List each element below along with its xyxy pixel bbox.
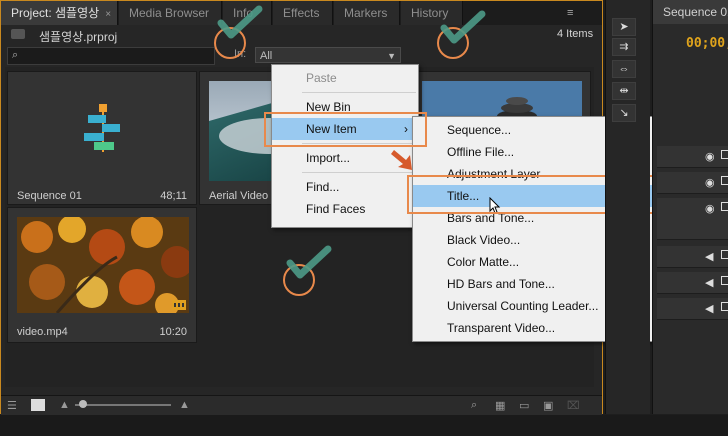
camera-icon	[721, 176, 728, 185]
selection-tool-icon[interactable]: ➤	[612, 18, 636, 36]
audio-track-1[interactable]: ◀	[657, 246, 728, 268]
film-icon	[172, 300, 186, 310]
tools-panel: ➤ ⇉ ⇔ ⇹ ↘	[605, 0, 650, 414]
close-icon[interactable]: ×	[105, 9, 111, 20]
speaker-icon[interactable]: ◀	[705, 276, 713, 289]
ripple-edit-tool-icon[interactable]: ⇔	[612, 60, 636, 78]
zoom-slider[interactable]	[75, 404, 171, 406]
tab-effects-label: Effects	[283, 6, 320, 20]
menu-item-label: Color Matte...	[447, 255, 520, 269]
menu-item-label: Paste	[306, 71, 337, 85]
menu-item-find[interactable]: Find...	[272, 176, 418, 198]
video-track-3[interactable]: ◉	[657, 146, 728, 168]
new-bin-icon[interactable]: ▭	[519, 399, 529, 412]
search-icon: ⌕	[12, 49, 19, 61]
rate-stretch-tool-icon[interactable]: ↘	[612, 104, 636, 122]
find-icon[interactable]: ⌕	[471, 399, 477, 412]
tab-media-browser[interactable]: Media Browser	[119, 1, 222, 25]
eye-icon[interactable]: ◉	[705, 202, 715, 215]
chevron-down-icon: ▼	[387, 51, 396, 61]
item-name: Aerial Video	[209, 190, 269, 202]
autumn-thumbnail	[17, 217, 189, 313]
search-input[interactable]: ⌕	[7, 47, 215, 65]
zoom-large-icon: ▲	[179, 399, 190, 411]
in-filter-value: All	[260, 50, 273, 62]
checkmark-icon	[440, 10, 486, 44]
trash-icon[interactable]: ⌧	[567, 399, 580, 412]
tab-project-label: Project: 샘플영상	[11, 6, 100, 20]
item-name: Sequence 01	[17, 190, 82, 202]
menu-item-label: Transparent Video...	[447, 321, 556, 335]
camera-icon	[721, 250, 728, 259]
video-track-2[interactable]: ◉	[657, 172, 728, 194]
camera-icon	[721, 276, 728, 285]
sequence-panel: Sequence 01 00;00; ◉ ◉ ◉ ◀ ◀ ◀	[652, 0, 728, 414]
menu-item-label: Black Video...	[447, 233, 521, 247]
checkmark-icon	[217, 5, 263, 39]
menu-divider	[302, 92, 416, 93]
tab-media-browser-label: Media Browser	[129, 6, 210, 20]
tab-markers[interactable]: Markers	[334, 1, 400, 25]
project-item-video[interactable]: video.mp4 10:20	[7, 207, 197, 343]
menu-item-label: Offline File...	[447, 145, 515, 159]
arrow-icon	[391, 150, 412, 170]
tab-sequence[interactable]: Sequence 01	[653, 0, 728, 24]
speaker-icon[interactable]: ◀	[705, 302, 713, 315]
icon-view-icon[interactable]	[31, 399, 45, 411]
items-count: 4 Items	[557, 28, 594, 40]
automate-icon[interactable]: ▦	[495, 399, 505, 412]
zoom-slider-handle[interactable]	[79, 400, 87, 408]
annotation-box-new-item	[264, 112, 427, 147]
audio-track-2[interactable]: ◀	[657, 272, 728, 294]
menu-item-label: Universal Counting Leader...	[447, 299, 599, 313]
item-duration: 10:20	[159, 326, 187, 338]
zoom-small-icon: ▲	[59, 399, 70, 411]
menu-item-label: Import...	[306, 151, 351, 165]
tab-project[interactable]: Project: 샘플영상 ×	[1, 1, 118, 25]
camera-icon	[721, 150, 728, 159]
project-bottom-bar: ☰ ▲ ▲ ⌕ ▦ ▭ ▣ ⌧	[1, 395, 602, 415]
tab-markers-label: Markers	[344, 6, 388, 20]
new-item-icon[interactable]: ▣	[543, 399, 553, 412]
panel-menu-icon[interactable]: ≡	[567, 7, 583, 19]
in-filter-select[interactable]: All ▼	[255, 47, 401, 63]
item-duration: 48;11	[160, 190, 187, 202]
speaker-icon[interactable]: ◀	[705, 250, 713, 263]
tab-effects[interactable]: Effects	[273, 1, 333, 25]
camera-icon	[721, 302, 728, 311]
project-name: 샘플영상.prproj	[39, 30, 118, 44]
list-view-icon[interactable]: ☰	[7, 399, 17, 412]
video-track-1[interactable]: ◉	[657, 198, 728, 240]
audio-track-3[interactable]: ◀	[657, 298, 728, 320]
menu-divider	[302, 172, 416, 173]
menu-item-label: HD Bars and Tone...	[447, 277, 555, 291]
menu-item-label: Sequence...	[447, 123, 512, 137]
item-name: video.mp4	[17, 326, 68, 338]
menu-item-label: Find Faces	[306, 202, 366, 216]
folder-icon	[11, 29, 25, 39]
eye-icon[interactable]: ◉	[705, 150, 715, 163]
checkmark-icon	[286, 245, 332, 279]
project-item-sequence[interactable]: Sequence 01 48;11	[7, 71, 197, 205]
track-select-tool-icon[interactable]: ⇉	[612, 38, 636, 56]
menu-item-find-faces[interactable]: Find Faces	[272, 198, 418, 220]
eye-icon[interactable]: ◉	[705, 176, 715, 189]
tab-bar: Project: 샘플영상 × Media Browser Info Effect…	[1, 1, 602, 25]
menu-item-paste[interactable]: Paste	[272, 67, 418, 89]
timecode-display[interactable]: 00;00;	[686, 36, 728, 51]
camera-icon	[721, 202, 728, 211]
status-bar	[0, 415, 728, 436]
rolling-edit-tool-icon[interactable]: ⇹	[612, 82, 636, 100]
menu-item-label: Find...	[306, 180, 340, 194]
sequence-icon	[84, 104, 120, 152]
